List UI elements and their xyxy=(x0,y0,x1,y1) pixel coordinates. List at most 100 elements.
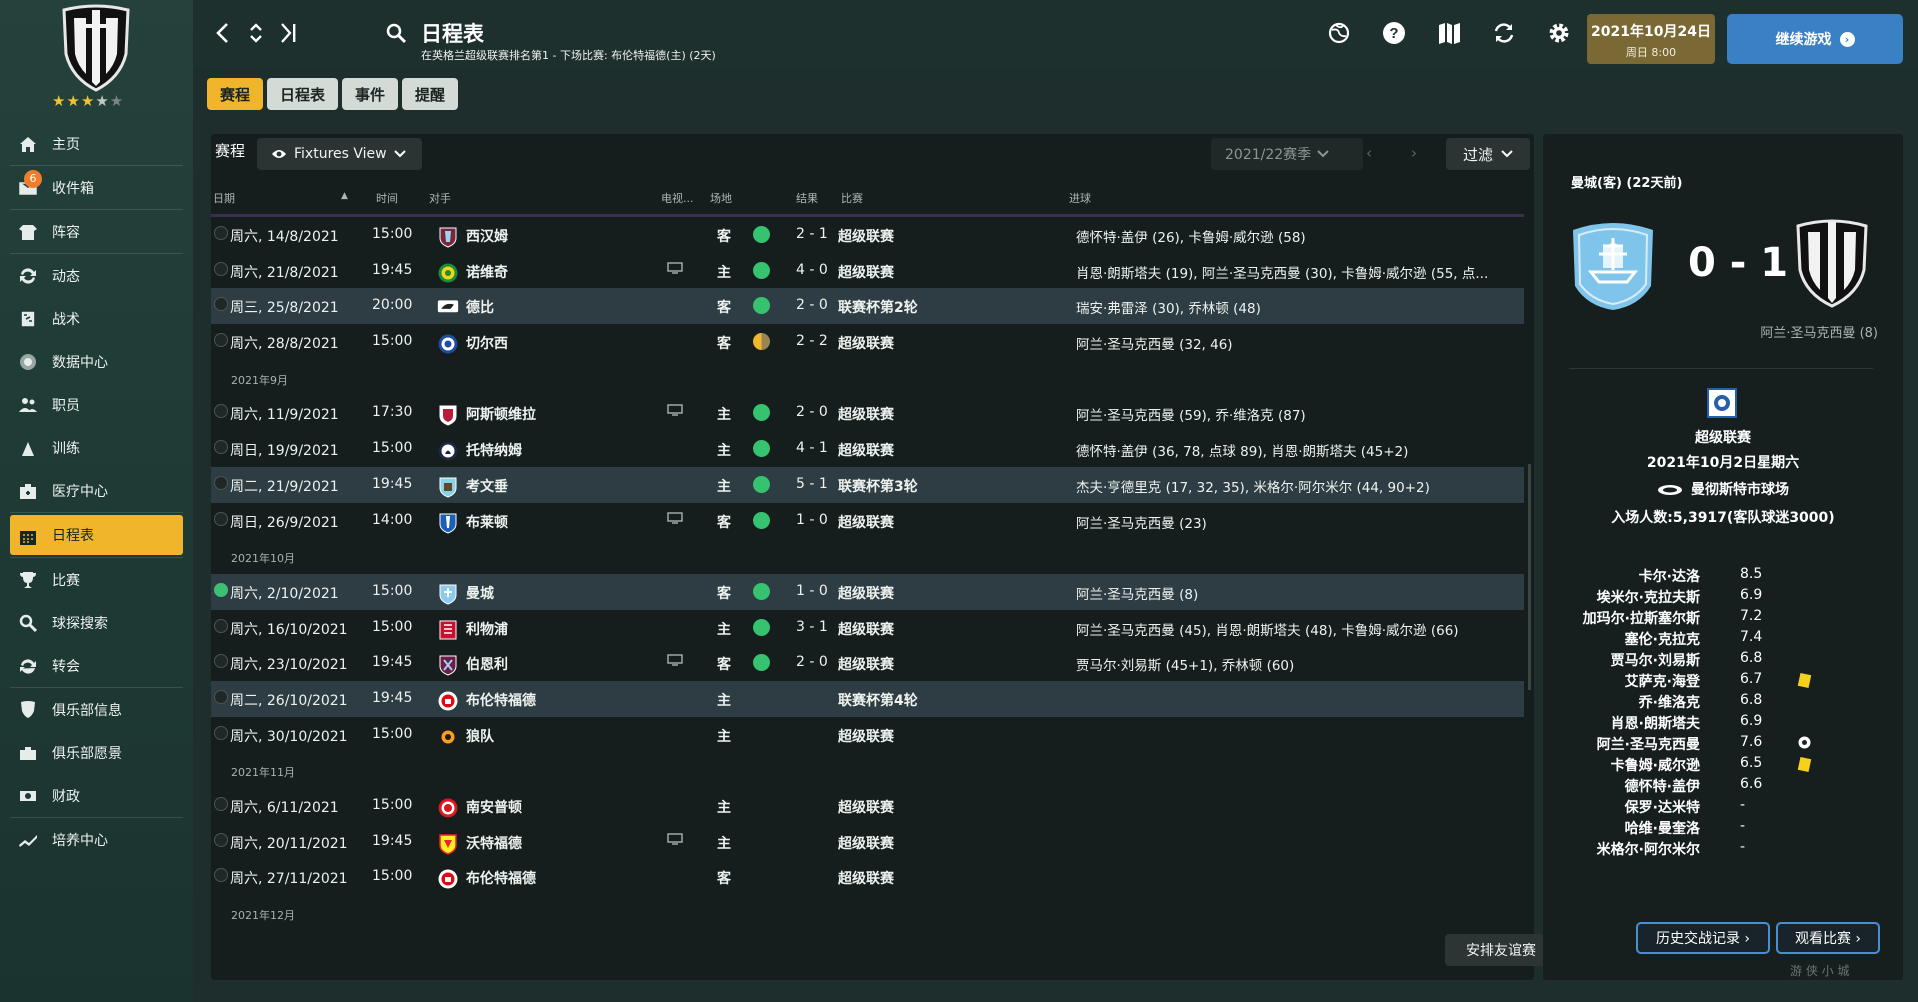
fixture-row[interactable]: 周六, 30/10/2021 15:00 狼队 主 超级联赛 xyxy=(211,717,1524,753)
player-rating-row[interactable]: 塞伦·克拉克 7.4 xyxy=(1543,627,1903,648)
fixture-row[interactable]: 周六, 6/11/2021 15:00 南安普顿 主 超级联赛 xyxy=(211,788,1524,824)
fixture-competition[interactable]: 超级联赛 xyxy=(838,797,894,817)
fixture-score[interactable]: 1 - 0 xyxy=(796,583,828,599)
player-name[interactable]: 德怀特·盖伊 xyxy=(1625,776,1700,796)
fixture-opponent[interactable]: 阿斯顿维拉 xyxy=(466,404,536,424)
fixture-competition[interactable]: 超级联赛 xyxy=(838,583,894,603)
fixture-opponent[interactable]: 布伦特福德 xyxy=(466,690,536,710)
sidebar-item-staff[interactable]: 职员 xyxy=(0,383,193,426)
prev-season-icon[interactable]: ‹ xyxy=(1366,144,1372,162)
player-rating-row[interactable]: 米格尔·阿尔米尔 - xyxy=(1543,837,1903,858)
fixture-competition[interactable]: 超级联赛 xyxy=(838,512,894,532)
globe-icon[interactable] xyxy=(1326,20,1352,46)
fixture-score[interactable]: 5 - 1 xyxy=(796,476,828,492)
sidebar-item-home[interactable]: 主页 xyxy=(0,122,193,165)
fixture-competition[interactable]: 联赛杯第4轮 xyxy=(838,690,918,710)
fixture-opponent[interactable]: 曼城 xyxy=(466,583,494,603)
sidebar-item-dynamics[interactable]: 动态 xyxy=(0,254,193,297)
sidebar-item-tactics[interactable]: 战术 xyxy=(0,297,193,340)
fixture-select-checkbox[interactable] xyxy=(214,475,228,490)
sidebar-item-inbox[interactable]: 6 收件箱 xyxy=(0,166,193,209)
player-rating-row[interactable]: 加玛尔·拉斯塞尔斯 7.2 xyxy=(1543,606,1903,627)
sidebar-item-transfers[interactable]: 转会 xyxy=(0,644,193,687)
fixture-row[interactable]: 周六, 11/9/2021 17:30 阿斯顿维拉 主 2 - 0 超级联赛 阿兰·圣马克西… xyxy=(211,395,1524,431)
fixture-select-checkbox[interactable] xyxy=(214,618,228,633)
scrollbar[interactable] xyxy=(1528,464,1531,690)
fixture-row[interactable]: 周日, 26/9/2021 14:00 布莱顿 客 1 - 0 超级联赛 阿兰·圣马克西曼 … xyxy=(211,503,1524,539)
refresh-icon[interactable] xyxy=(1491,20,1517,46)
watch-match-button[interactable]: 观看比赛 › xyxy=(1776,922,1880,954)
fixture-opponent[interactable]: 利物浦 xyxy=(466,619,508,639)
fixture-competition[interactable]: 超级联赛 xyxy=(838,619,894,639)
head-to-head-button[interactable]: 历史交战记录 › xyxy=(1636,922,1770,954)
fixture-opponent[interactable]: 诺维奇 xyxy=(466,262,508,282)
fixture-competition[interactable]: 超级联赛 xyxy=(838,226,894,246)
sidebar-item-development[interactable]: 培养中心 xyxy=(0,818,193,861)
col-date[interactable]: 日期 xyxy=(213,190,235,206)
fixture-select-checkbox[interactable] xyxy=(214,725,228,740)
fixture-competition[interactable]: 超级联赛 xyxy=(838,440,894,460)
fixture-score[interactable]: 4 - 0 xyxy=(796,262,828,278)
fixture-score[interactable]: 4 - 1 xyxy=(796,440,828,456)
fixture-select-checkbox[interactable] xyxy=(214,868,228,883)
fixture-opponent[interactable]: 布莱顿 xyxy=(466,512,508,532)
fixture-select-checkbox[interactable] xyxy=(214,333,228,348)
fixture-opponent[interactable]: 南安普顿 xyxy=(466,797,522,817)
player-rating-row[interactable]: 肖恩·朗斯塔夫 6.9 xyxy=(1543,711,1903,732)
sidebar-item-calendar[interactable]: 日程表 xyxy=(10,515,183,555)
fixture-select-checkbox[interactable] xyxy=(214,404,228,419)
player-name[interactable]: 卡鲁姆·威尔逊 xyxy=(1611,755,1700,775)
player-rating-row[interactable]: 埃米尔·克拉夫斯 6.9 xyxy=(1543,585,1903,606)
settings-gear-icon[interactable] xyxy=(1546,20,1572,46)
sidebar-item-club-info[interactable]: 俱乐部信息 xyxy=(0,688,193,731)
tab-calendar[interactable]: 日程表 xyxy=(267,78,339,110)
fixture-row[interactable]: 周六, 14/8/2021 15:00 西汉姆 客 2 - 1 超级联赛 德怀特·盖伊 (2… xyxy=(211,217,1524,253)
col-tv[interactable]: 电视... xyxy=(661,190,694,206)
fixture-score[interactable]: 2 - 1 xyxy=(796,226,828,242)
fixture-opponent[interactable]: 沃特福德 xyxy=(466,833,522,853)
player-name[interactable]: 阿兰·圣马克西曼 xyxy=(1597,734,1700,754)
current-date-box[interactable]: 2021年10月24日 周日 8:00 xyxy=(1587,14,1715,64)
fixture-row[interactable]: 周六, 20/11/2021 19:45 沃特福德 主 超级联赛 xyxy=(211,824,1524,860)
fixture-competition[interactable]: 联赛杯第2轮 xyxy=(838,297,918,317)
help-icon[interactable]: ? xyxy=(1381,20,1407,46)
fixture-opponent[interactable]: 布伦特福德 xyxy=(466,868,536,888)
fixture-opponent[interactable]: 切尔西 xyxy=(466,333,508,353)
player-rating-row[interactable]: 贾马尔·刘易斯 6.8 xyxy=(1543,648,1903,669)
fixture-row[interactable]: 周六, 27/11/2021 15:00 布伦特福德 客 超级联赛 xyxy=(211,859,1524,895)
search-icon[interactable] xyxy=(383,20,409,46)
player-rating-row[interactable]: 德怀特·盖伊 6.6 xyxy=(1543,774,1903,795)
player-name[interactable]: 米格尔·阿尔米尔 xyxy=(1597,839,1700,859)
fixture-competition[interactable]: 超级联赛 xyxy=(838,404,894,424)
sidebar-item-medical[interactable]: 医疗中心 xyxy=(0,469,193,512)
col-goals[interactable]: 进球 xyxy=(1069,190,1091,206)
fixture-row[interactable]: 周六, 2/10/2021 15:00 曼城 客 1 - 0 超级联赛 阿兰·圣马克西曼 (… xyxy=(211,573,1524,610)
sidebar-item-squad[interactable]: 阵容 xyxy=(0,210,193,253)
fixture-select-checkbox[interactable] xyxy=(214,261,228,276)
player-name[interactable]: 埃米尔·克拉夫斯 xyxy=(1597,587,1700,607)
fixture-competition[interactable]: 联赛杯第3轮 xyxy=(838,476,918,496)
back-icon[interactable] xyxy=(210,20,236,46)
next-season-icon[interactable]: › xyxy=(1411,144,1417,162)
player-rating-row[interactable]: 阿兰·圣马克西曼 7.6 xyxy=(1543,732,1903,753)
filter-button[interactable]: 过滤 xyxy=(1446,138,1530,170)
player-name[interactable]: 肖恩·朗斯塔夫 xyxy=(1611,713,1700,733)
fixture-opponent[interactable]: 伯恩利 xyxy=(466,654,508,674)
player-name[interactable]: 保罗·达米特 xyxy=(1625,797,1700,817)
player-rating-row[interactable]: 艾萨克·海登 6.7 xyxy=(1543,669,1903,690)
player-name[interactable]: 乔·维洛克 xyxy=(1639,692,1700,712)
fixture-row[interactable]: 周二, 21/9/2021 19:45 考文垂 主 5 - 1 联赛杯第3轮 杰夫·亨德里克… xyxy=(211,466,1524,503)
fixture-select-checkbox[interactable] xyxy=(214,689,228,704)
fixture-score[interactable]: 2 - 2 xyxy=(796,333,828,349)
arrange-friendly-button[interactable]: 安排友谊赛 xyxy=(1445,934,1557,966)
player-rating-row[interactable]: 卡鲁姆·威尔逊 6.5 xyxy=(1543,753,1903,774)
fixture-competition[interactable]: 超级联赛 xyxy=(838,868,894,888)
view-selector[interactable]: Fixtures View xyxy=(257,138,422,170)
fixture-select-checkbox[interactable] xyxy=(214,654,228,669)
fixture-opponent[interactable]: 考文垂 xyxy=(466,476,508,496)
fixture-row[interactable]: 周六, 23/10/2021 19:45 伯恩利 客 2 - 0 超级联赛 贾马尔·刘易斯 … xyxy=(211,645,1524,681)
col-result[interactable]: 结果 xyxy=(796,190,818,206)
fixture-score[interactable]: 1 - 0 xyxy=(796,512,828,528)
sidebar-item-training[interactable]: 训练 xyxy=(0,426,193,469)
player-name[interactable]: 哈维·曼奎洛 xyxy=(1625,818,1700,838)
